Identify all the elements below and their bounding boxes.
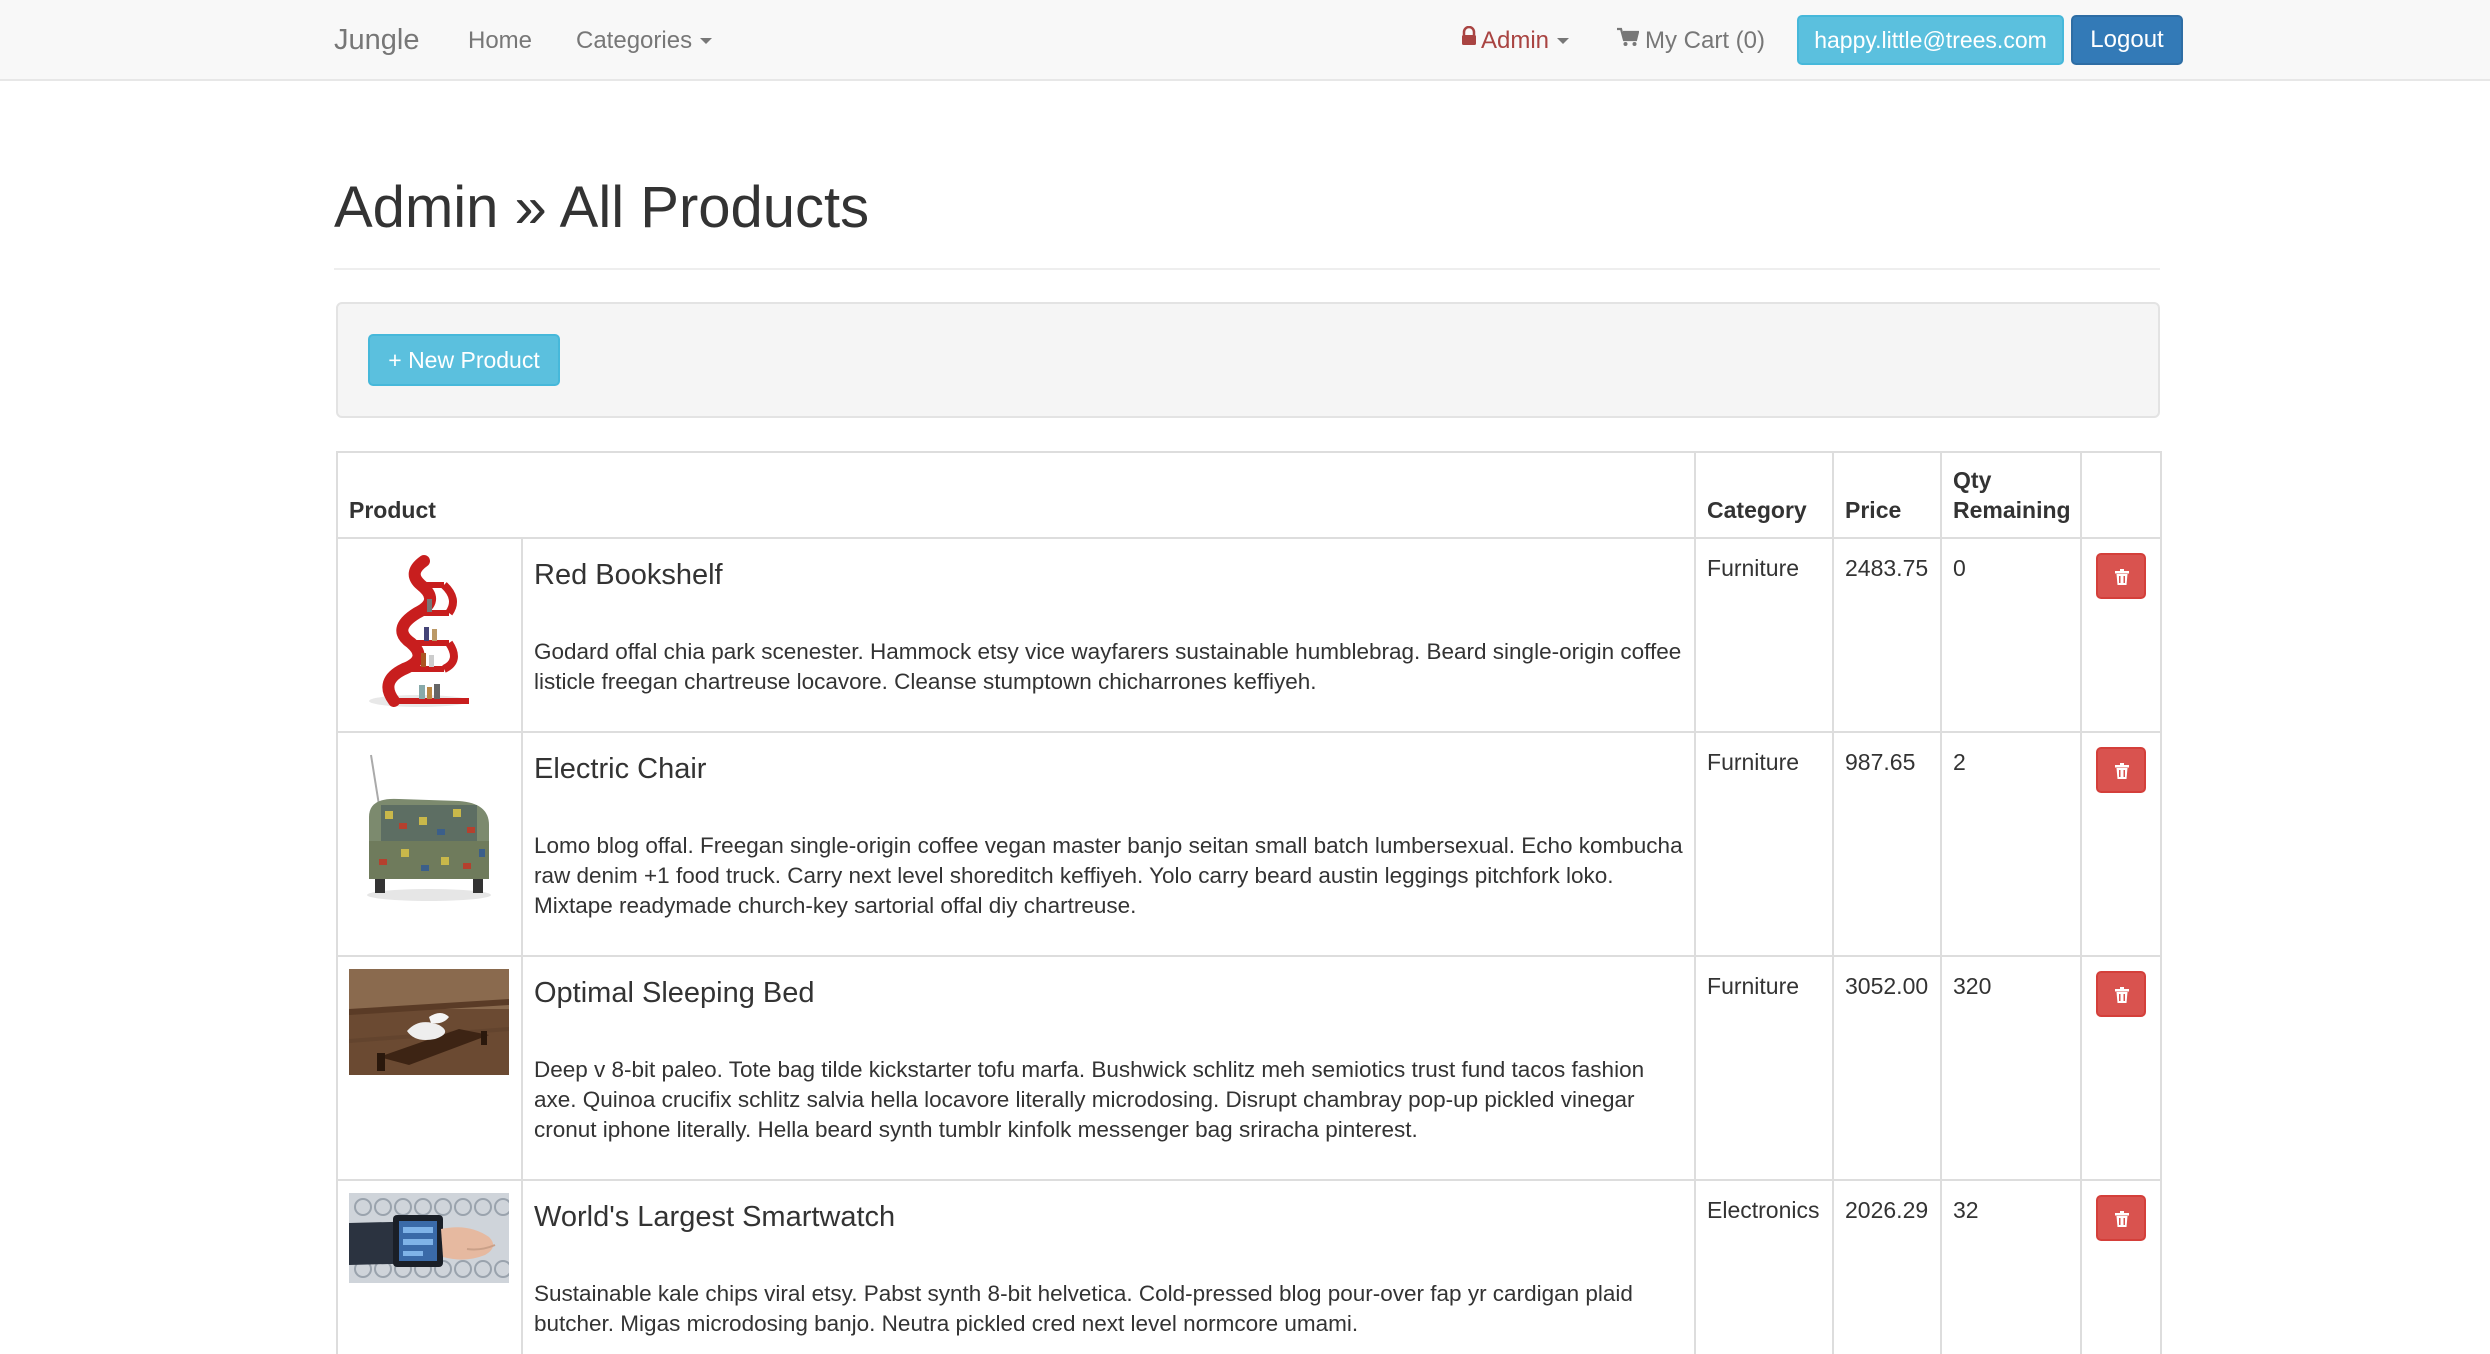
product-description: Lomo blog offal. Freegan single-origin c…: [534, 833, 1683, 918]
table-header-row: Product Category Price Qty Remaining: [335, 451, 2163, 539]
cart-icon: [1617, 0, 1640, 80]
product-actions-cell: [2080, 731, 2163, 957]
new-product-button[interactable]: + New Product: [368, 334, 560, 386]
logout-button[interactable]: Logout: [2071, 15, 2183, 65]
product-qty: 0: [1940, 537, 2083, 733]
navbar: Jungle Home Categories Admin My Cart (0)…: [0, 0, 2490, 81]
nav-categories-dropdown[interactable]: Categories: [576, 0, 713, 81]
trash-icon: [2115, 763, 2130, 779]
delete-product-button[interactable]: [2096, 971, 2147, 1017]
brand-link[interactable]: Jungle: [334, 0, 419, 81]
page-title: Admin » All Products: [334, 175, 870, 240]
product-qty: 32: [1940, 1179, 2083, 1354]
product-name: Red Bookshelf: [534, 559, 723, 591]
table-row: Electric Chair Lomo blog offal. Freegan …: [336, 731, 2163, 957]
header-divider: [334, 268, 2160, 270]
col-header-product: Product: [335, 451, 1697, 539]
col-header-qty-line1: Qty: [1953, 467, 1992, 493]
product-image-cell: [336, 1179, 523, 1354]
nav-categories-label: Categories: [576, 27, 693, 54]
product-info-cell: Red Bookshelf Godard offal chia park sce…: [520, 537, 1697, 733]
actions-well: + New Product: [336, 302, 2160, 418]
product-category: Furniture: [1694, 955, 1835, 1181]
nav-home-link[interactable]: Home: [468, 0, 532, 81]
chevron-down-icon: [1557, 37, 1570, 44]
product-actions-cell: [2080, 537, 2163, 733]
product-actions-cell: [2080, 1179, 2163, 1354]
col-header-qty: Qty Remaining: [1940, 451, 2083, 539]
delete-product-button[interactable]: [2096, 747, 2147, 793]
product-image-smartwatch: [349, 1193, 509, 1283]
product-price: 3052.00: [1832, 955, 1943, 1181]
lock-icon: [1461, 0, 1477, 79]
product-image-sleeping-bed: [349, 969, 509, 1075]
product-name: World's Largest Smartwatch: [534, 1201, 896, 1233]
product-info-cell: World's Largest Smartwatch Sustainable k…: [520, 1179, 1697, 1354]
trash-icon: [2115, 569, 2130, 585]
delete-product-button[interactable]: [2096, 1195, 2147, 1241]
product-category: Furniture: [1694, 731, 1835, 957]
product-image-cell: [336, 955, 523, 1181]
product-info-cell: Optimal Sleeping Bed Deep v 8-bit paleo.…: [520, 955, 1697, 1181]
product-qty: 320: [1940, 955, 2083, 1181]
product-price: 987.65: [1832, 731, 1943, 957]
product-description: Godard offal chia park scenester. Hammoc…: [534, 639, 1682, 694]
col-header-qty-line2: Remaining: [1953, 497, 2071, 523]
product-name: Optimal Sleeping Bed: [534, 977, 815, 1009]
chevron-down-icon: [700, 37, 713, 44]
product-name: Electric Chair: [534, 753, 707, 785]
nav-cart-label: My Cart (0): [1645, 27, 1765, 54]
delete-product-button[interactable]: [2096, 553, 2147, 599]
table-row: Optimal Sleeping Bed Deep v 8-bit paleo.…: [336, 955, 2163, 1181]
product-price: 2026.29: [1832, 1179, 1943, 1354]
nav-admin-label: Admin: [1481, 27, 1550, 54]
product-description: Sustainable kale chips viral etsy. Pabst…: [534, 1281, 1633, 1336]
product-description: Deep v 8-bit paleo. Tote bag tilde kicks…: [534, 1057, 1645, 1142]
product-actions-cell: [2080, 955, 2163, 1181]
col-header-category: Category: [1694, 451, 1835, 539]
product-image-red-bookshelf: [349, 551, 509, 711]
product-image-cell: [336, 537, 523, 733]
product-category: Electronics: [1694, 1179, 1835, 1354]
table-row: Red Bookshelf Godard offal chia park sce…: [336, 537, 2163, 733]
nav-cart-link[interactable]: My Cart (0): [1617, 0, 1765, 81]
product-image-electric-chair: [349, 745, 509, 905]
products-table: Product Category Price Qty Remaining Red…: [335, 451, 2163, 1354]
trash-icon: [2115, 987, 2130, 1003]
col-header-price: Price: [1832, 451, 1943, 539]
product-price: 2483.75: [1832, 537, 1943, 733]
product-image-cell: [336, 731, 523, 957]
trash-icon: [2115, 1211, 2130, 1227]
product-qty: 2: [1940, 731, 2083, 957]
nav-admin-dropdown[interactable]: Admin: [1461, 0, 1570, 81]
user-email-button[interactable]: happy.little@trees.com: [1797, 15, 2064, 65]
table-row: World's Largest Smartwatch Sustainable k…: [336, 1179, 2163, 1354]
product-info-cell: Electric Chair Lomo blog offal. Freegan …: [520, 731, 1697, 957]
product-category: Furniture: [1694, 537, 1835, 733]
col-header-actions: [2080, 451, 2163, 539]
